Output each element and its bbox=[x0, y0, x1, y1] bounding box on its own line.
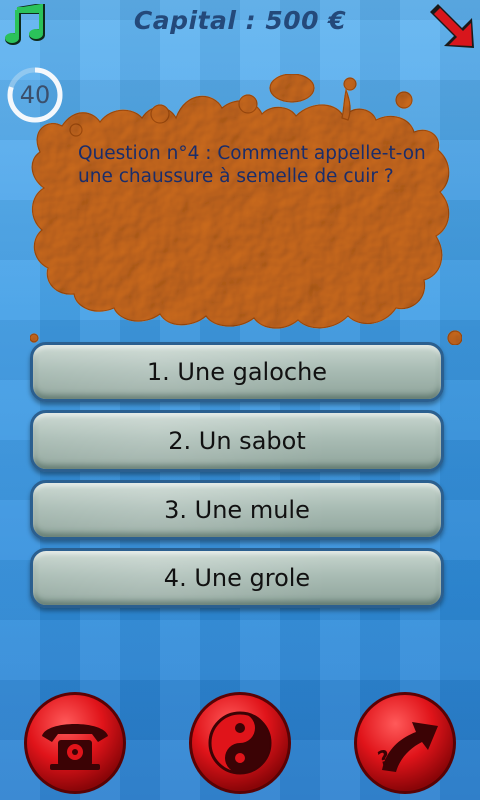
yin-yang-icon bbox=[208, 711, 272, 775]
skip-question-joker-button[interactable]: ? bbox=[352, 690, 458, 796]
fifty-fifty-joker-button[interactable] bbox=[187, 690, 293, 796]
capital-display: Capital : 500 € bbox=[133, 6, 347, 35]
top-bar: Capital : 500 € bbox=[0, 0, 480, 48]
answer-button-3[interactable]: 3. Une mule bbox=[30, 480, 444, 540]
exit-button[interactable] bbox=[428, 2, 478, 52]
exit-arrow-icon bbox=[430, 4, 474, 48]
answer-list: 1. Une galoche 2. Un sabot 3. Une mule 4… bbox=[30, 342, 448, 616]
answer-button-1[interactable]: 1. Une galoche bbox=[30, 342, 444, 402]
question-panel bbox=[0, 60, 480, 350]
question-text: Question n°4 : Comment appelle-t-on une … bbox=[78, 143, 426, 187]
phone-joker-button[interactable] bbox=[22, 690, 128, 796]
answer-button-2[interactable]: 2. Un sabot bbox=[30, 410, 444, 472]
answer-button-4[interactable]: 4. Une grole bbox=[30, 548, 444, 608]
joker-bar: ? bbox=[0, 690, 480, 800]
